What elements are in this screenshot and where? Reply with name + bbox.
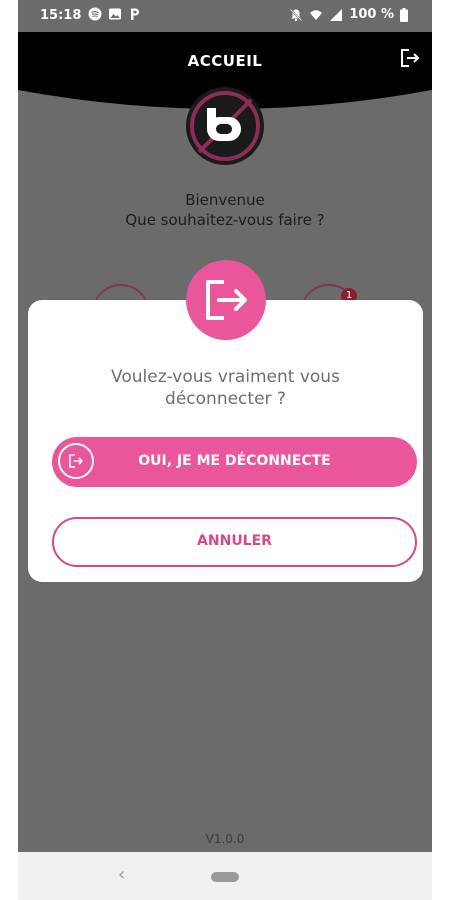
- confirm-logout-button[interactable]: OUI, JE ME DÉCONNECTE: [52, 437, 417, 487]
- status-time: 15:18: [40, 8, 82, 23]
- cancel-button[interactable]: ANNULER: [52, 517, 417, 567]
- welcome-text: Bienvenue Que souhaitez-vous faire ?: [18, 190, 432, 230]
- welcome-title: Bienvenue: [185, 191, 265, 209]
- logout-icon[interactable]: [398, 46, 422, 70]
- parking-icon: [131, 8, 139, 20]
- page-title: ACCUEIL: [187, 52, 263, 70]
- phone-screen: 15:18 100 % ACCUEIL Bienvenue Que souhai…: [18, 0, 432, 900]
- welcome-subtitle: Que souhaitez-vous faire ?: [125, 211, 325, 229]
- dialog-question: Voulez-vous vraiment vous déconnecter ?: [28, 366, 423, 410]
- battery-icon: [400, 7, 408, 22]
- back-icon[interactable]: ‹: [118, 864, 125, 885]
- app-logo: [186, 87, 264, 165]
- logout-dialog: Voulez-vous vraiment vous déconnecter ? …: [28, 300, 423, 582]
- system-nav-bar: ‹: [18, 852, 432, 900]
- app-version: V1.0.0: [205, 832, 245, 846]
- confirm-logout-label: OUI, JE ME DÉCONNECTE: [138, 453, 331, 469]
- wifi-icon: [310, 9, 323, 20]
- system-status-icons: 100 %: [289, 7, 408, 22]
- battery-level: 100 %: [349, 7, 394, 22]
- bell-off-icon: [290, 8, 303, 21]
- notification-icons: [88, 7, 142, 21]
- dialog-question-line1: Voulez-vous vraiment vous: [111, 367, 340, 387]
- dialog-logout-badge: [186, 260, 266, 340]
- dialog-question-line2: déconnecter ?: [165, 389, 286, 409]
- home-pill[interactable]: [211, 872, 239, 882]
- spotify-icon: [88, 7, 102, 21]
- image-icon: [109, 8, 121, 20]
- cancel-label: ANNULER: [197, 533, 272, 549]
- status-bar: 15:18 100 %: [18, 0, 432, 32]
- signal-icon: [330, 8, 343, 21]
- logout-icon: [206, 280, 247, 320]
